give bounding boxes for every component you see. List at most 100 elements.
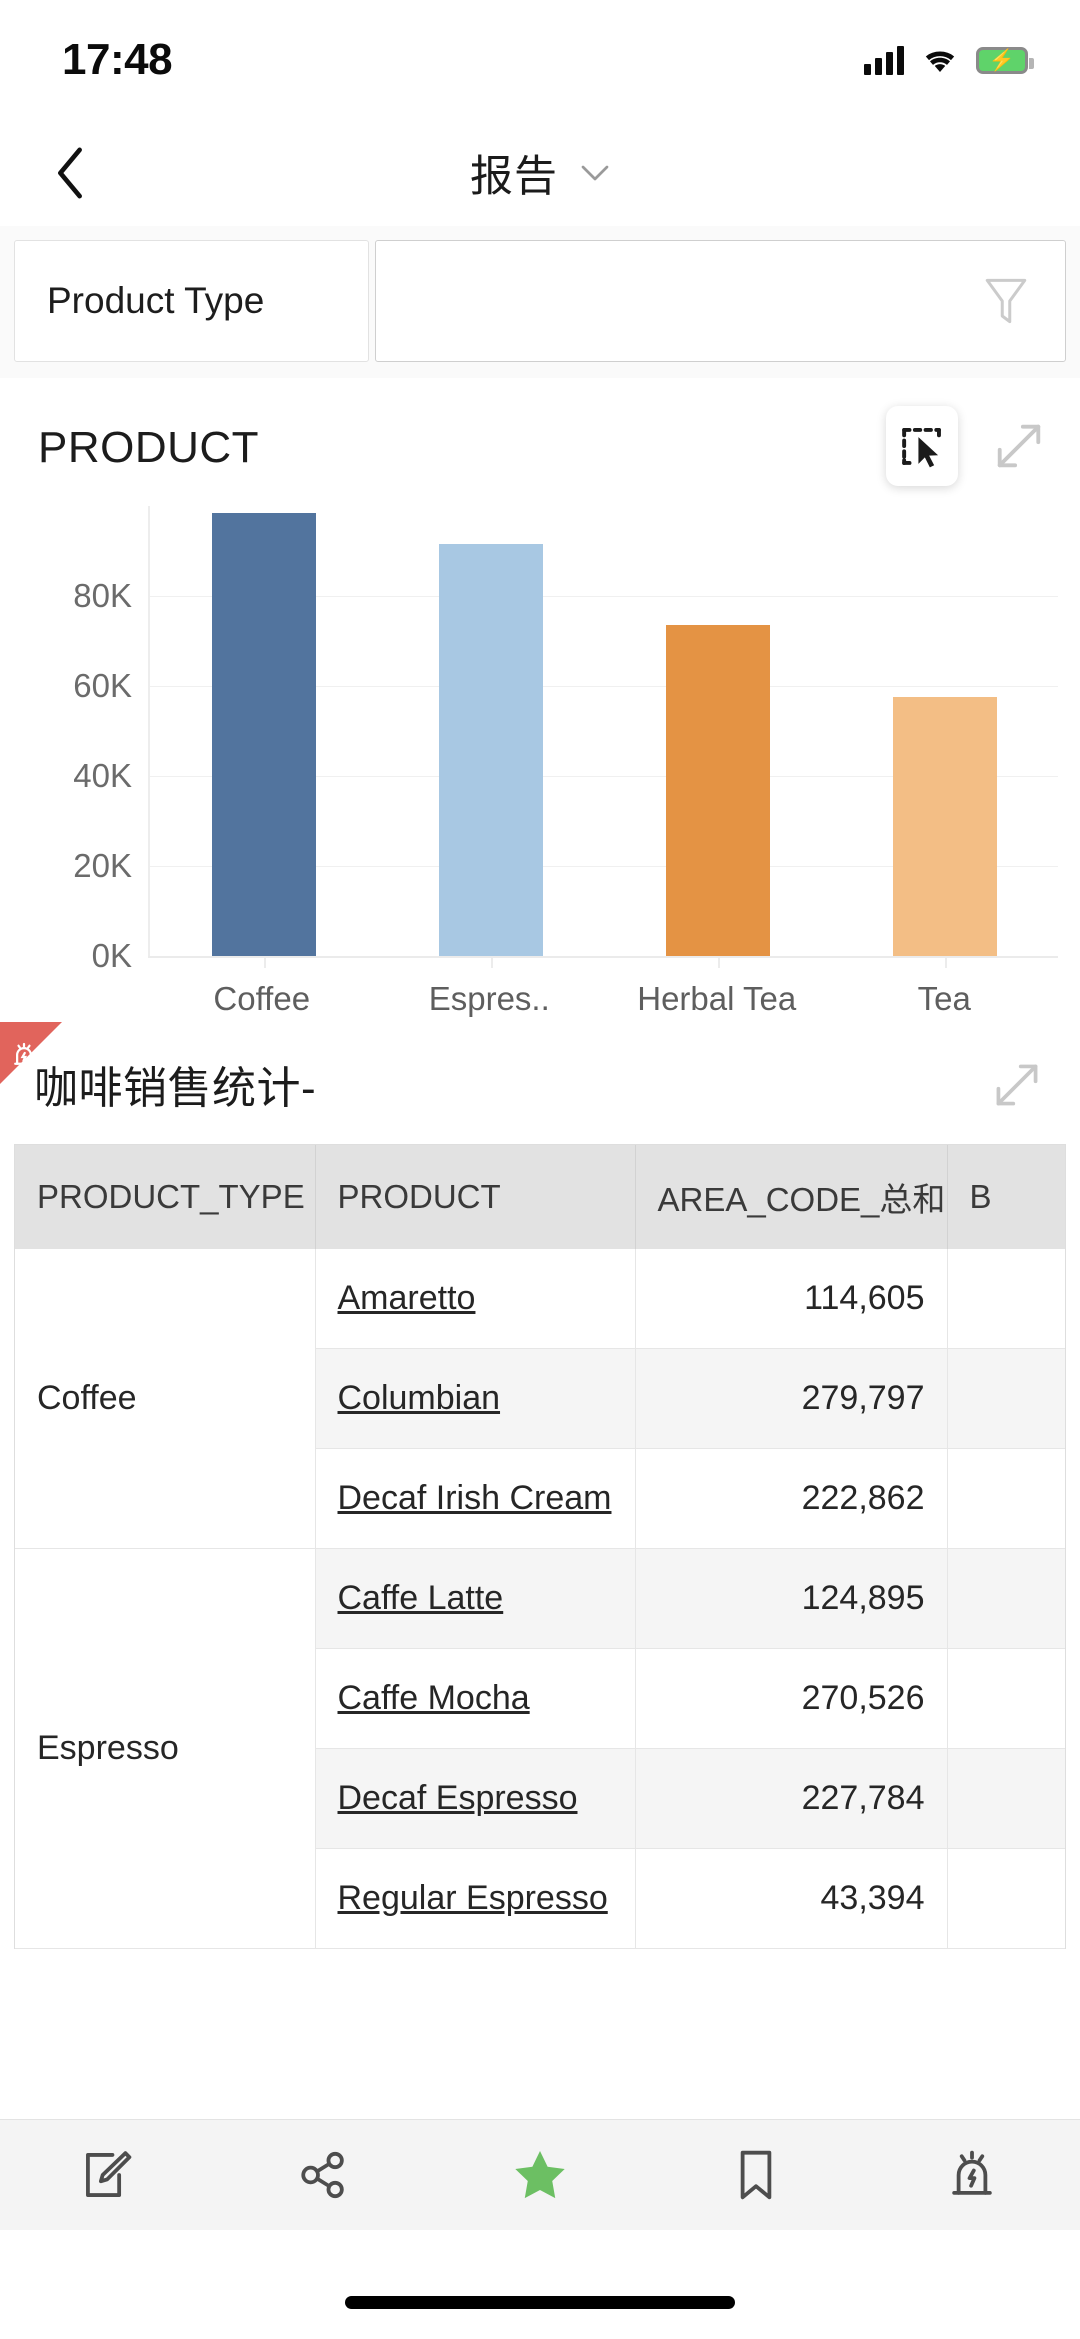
cell-product: Columbian	[315, 1348, 636, 1449]
star-icon	[515, 2151, 565, 2199]
y-tick-1: 20K	[73, 847, 132, 884]
cell-area-code-sum: 114,605	[635, 1249, 948, 1349]
chevron-left-icon	[58, 147, 82, 199]
status-time: 17:48	[62, 35, 173, 84]
favorite-tab[interactable]	[432, 2145, 648, 2205]
group-cell-espresso: Espresso	[15, 1548, 316, 1949]
bar-espresso	[438, 544, 543, 956]
cell-product: Amaretto	[315, 1249, 636, 1349]
y-tick-4: 80K	[73, 577, 132, 614]
plot-area	[148, 506, 1058, 968]
cell-area-code-sum: 270,526	[635, 1648, 948, 1749]
product-chart-card: PRODUCT 0K 20K 40K 60K 80K Coffee Espres…	[0, 400, 1080, 1018]
alarm-alert-icon	[952, 2150, 992, 2195]
share-tab[interactable]	[216, 2146, 432, 2204]
wifi-icon	[925, 51, 955, 72]
y-tick-0: 0K	[91, 937, 132, 974]
y-tick-3: 60K	[73, 667, 132, 704]
product-link[interactable]: Caffe Mocha	[338, 1679, 530, 1717]
cell-extra	[947, 1249, 1065, 1349]
chevron-down-icon[interactable]	[580, 164, 610, 182]
table-title: 咖啡销售统计-	[34, 1064, 317, 1113]
table-expand-button[interactable]	[988, 1056, 1046, 1114]
alarm-alert-icon	[14, 1042, 34, 1065]
status-indicators: ⚡	[864, 45, 1034, 75]
cell-extra	[947, 1648, 1065, 1749]
bar-slot-tea[interactable]	[831, 506, 1058, 968]
cell-area-code-sum: 222,862	[635, 1448, 948, 1549]
x-axis-labels: Coffee Espres.. Herbal Tea Tea	[148, 980, 1058, 1018]
col-product-type[interactable]: PRODUCT_TYPE	[15, 1145, 316, 1249]
x-label-3: Tea	[917, 980, 971, 1017]
table-row[interactable]: Espresso Caffe Latte 124,895	[15, 1548, 1065, 1949]
table-header-row: PRODUCT_TYPE PRODUCT AREA_CODE_总和 B	[15, 1145, 1065, 1249]
group-cell-coffee: Coffee	[15, 1249, 316, 1549]
col-area-code-sum[interactable]: AREA_CODE_总和	[635, 1145, 948, 1249]
bar-tea	[892, 697, 997, 956]
home-indicator	[345, 2296, 735, 2309]
x-label-2: Herbal Tea	[637, 980, 797, 1017]
cell-area-code-sum: 124,895	[635, 1548, 948, 1649]
table-row[interactable]: Coffee Amaretto 114,605	[15, 1249, 1065, 1549]
product-link[interactable]: Decaf Irish Cream	[338, 1479, 612, 1517]
expand-diagonal-icon	[997, 424, 1041, 468]
x-label-0: Coffee	[213, 980, 311, 1017]
bookmark-tab[interactable]	[648, 2146, 864, 2204]
home-indicator-area	[0, 2230, 1080, 2339]
sales-table-card: 咖啡销售统计- PRODUCT_TYPE PRODUCT AREA_CODE_总…	[0, 1022, 1080, 1949]
expand-diagonal-icon	[996, 1064, 1038, 1106]
filter-value-field[interactable]	[375, 240, 1066, 362]
product-link[interactable]: Decaf Espresso	[338, 1779, 578, 1817]
chart-expand-button[interactable]	[988, 415, 1050, 477]
chart-header-actions	[886, 406, 1050, 486]
x-axis-line	[148, 956, 1058, 958]
cell-area-code-sum: 227,784	[635, 1748, 948, 1849]
cell-extra	[947, 1848, 1065, 1949]
lasso-select-button[interactable]	[886, 406, 958, 486]
filter-bar: Product Type	[0, 226, 1080, 378]
y-axis-labels: 0K 20K 40K 60K 80K	[0, 506, 148, 974]
nav-bar: 报告	[0, 120, 1080, 226]
table-scroll-area[interactable]: PRODUCT_TYPE PRODUCT AREA_CODE_总和 B Coff…	[14, 1144, 1066, 1949]
cell-area-code-sum: 279,797	[635, 1348, 948, 1449]
filter-label: Product Type	[14, 240, 369, 362]
x-label-1: Espres..	[428, 980, 550, 1017]
page-title: 报告	[470, 153, 558, 201]
annotate-tab[interactable]	[0, 2146, 216, 2204]
bar-herbal-tea	[665, 625, 770, 956]
bottom-tab-bar	[0, 2119, 1080, 2230]
cell-product: Caffe Mocha	[315, 1648, 636, 1749]
cell-product: Decaf Espresso	[315, 1748, 636, 1849]
cell-extra	[947, 1548, 1065, 1649]
product-link[interactable]: Amaretto	[338, 1279, 476, 1317]
cell-product: Decaf Irish Cream	[315, 1448, 636, 1549]
y-tick-2: 40K	[73, 757, 132, 794]
bar-slot-coffee[interactable]	[150, 506, 377, 968]
product-link[interactable]: Regular Espresso	[338, 1879, 608, 1917]
bar-slot-herbal-tea[interactable]	[604, 506, 831, 968]
battery-charging-icon: ⚡	[976, 46, 1034, 74]
alert-tab[interactable]	[864, 2146, 1080, 2204]
cell-product: Caffe Latte	[315, 1548, 636, 1649]
col-extra[interactable]: B	[947, 1145, 1065, 1249]
cell-product: Regular Espresso	[315, 1848, 636, 1949]
product-link[interactable]: Columbian	[338, 1379, 501, 1417]
cell-area-code-sum: 43,394	[635, 1848, 948, 1949]
bar-series	[150, 506, 1058, 968]
funnel-icon[interactable]	[981, 271, 1031, 331]
edit-note-icon	[86, 2151, 132, 2197]
bar-chart[interactable]: 0K 20K 40K 60K 80K Coffee Espres.. Herba…	[0, 506, 1080, 1018]
chart-title: PRODUCT	[38, 423, 260, 472]
lasso-select-icon	[902, 427, 941, 468]
bar-coffee	[211, 513, 316, 956]
filter-row: Product Type	[14, 240, 1066, 362]
chart-header: PRODUCT	[0, 400, 1080, 496]
nav-title-group[interactable]: 报告	[0, 142, 1080, 204]
back-button[interactable]	[42, 145, 98, 201]
cellular-signal-icon	[864, 45, 904, 75]
share-nodes-icon	[301, 2151, 344, 2199]
product-link[interactable]: Caffe Latte	[338, 1579, 504, 1617]
sales-table: PRODUCT_TYPE PRODUCT AREA_CODE_总和 B Coff…	[15, 1145, 1065, 1949]
bar-slot-espresso[interactable]	[377, 506, 604, 968]
col-product[interactable]: PRODUCT	[315, 1145, 636, 1249]
